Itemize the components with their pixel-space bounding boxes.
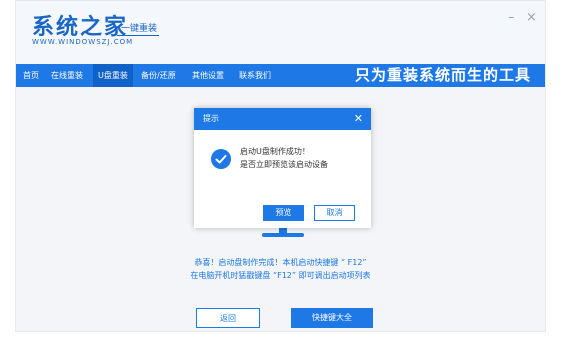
top-nav: 首页 在线重装 U盘重装 备份/还原 其他设置 联系我们 只为重装系统而生的工具 (16, 64, 545, 87)
nav-item-usb-reinstall[interactable]: U盘重装 (93, 64, 133, 87)
nav-item-other-settings[interactable]: 其他设置 (187, 64, 229, 87)
header: 系统之家 一键重装 WWW.WINDOWSZJ.COM – × (16, 1, 545, 64)
nav-item-online-reinstall[interactable]: 在线重装 (46, 64, 88, 87)
logo-url: WWW.WINDOWSZJ.COM (32, 38, 134, 46)
cancel-button[interactable]: 取消 (314, 205, 355, 221)
info-text-line2: 在电脑开机时猛戳键盘 “F12” 即可调出启动项列表 (190, 271, 371, 280)
dialog-close-button[interactable]: ✕ (354, 108, 363, 130)
logo-tagline: 一键重装 (116, 21, 160, 36)
nav-item-contact-us[interactable]: 联系我们 (234, 64, 276, 87)
slogan: 只为重装系统而生的工具 (354, 66, 531, 84)
dialog-message-line2: 是否立即预览该启动设备 (240, 160, 328, 169)
info-text-line1: 恭喜！启动盘制作完成！本机启动快捷键 “ F12” (194, 258, 367, 267)
nav-item-home[interactable]: 首页 (18, 64, 44, 87)
logo-title: 系统之家 (32, 15, 129, 40)
dialog-message-line1: 启动U盘制作成功！ (240, 147, 310, 156)
dialog-title: 提示 (203, 114, 219, 123)
nav-item-backup-restore[interactable]: 备份/还原 (136, 64, 181, 87)
dialog-header: 提示 ✕ (194, 108, 371, 130)
prompt-dialog: 提示 ✕ 启动U盘制作成功！ 是否立即预览该启动设备 预览 取消 (194, 108, 371, 228)
check-circle-icon (211, 149, 231, 169)
preview-button[interactable]: 预览 (263, 205, 304, 221)
close-button[interactable]: × (526, 10, 537, 25)
hotkey-list-button[interactable]: 快捷键大全 (291, 308, 373, 328)
minimize-button[interactable]: – (508, 10, 515, 25)
back-button[interactable]: 返回 (196, 308, 260, 328)
app-window: 系统之家 一键重装 WWW.WINDOWSZJ.COM – × 首页 在线重装 … (15, 0, 546, 332)
